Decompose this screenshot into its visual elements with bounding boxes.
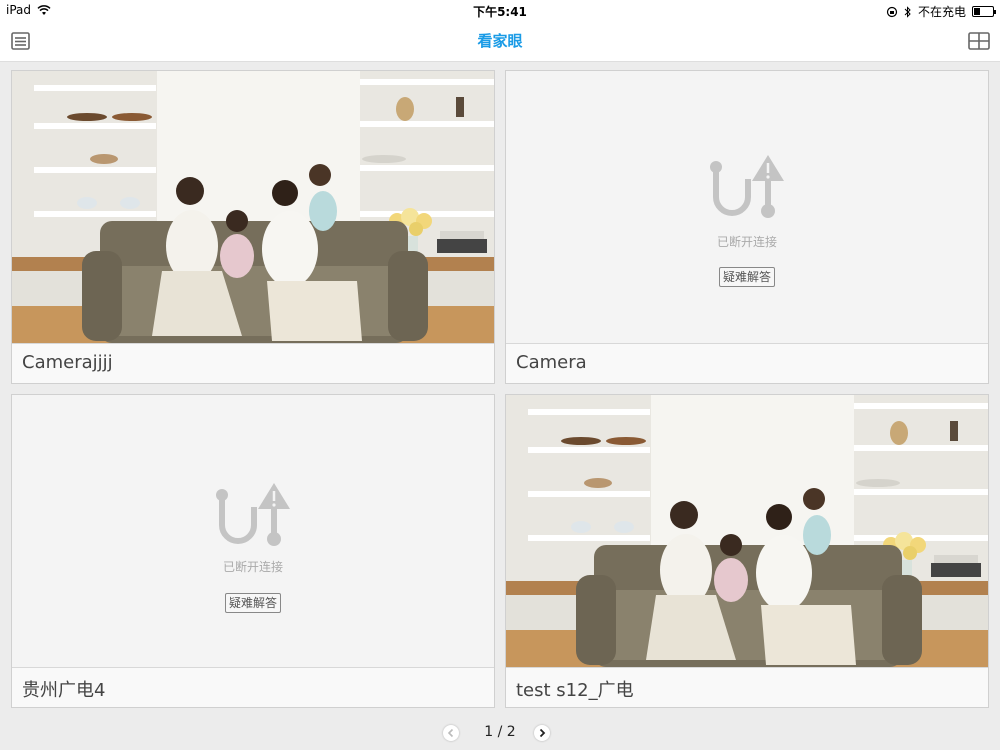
camera-preview[interactable] (506, 395, 988, 667)
camera-preview[interactable] (12, 71, 494, 343)
camera-footer: Camera (506, 343, 988, 383)
camera-name: Camerajjjj (22, 352, 113, 373)
camera-snapshot (506, 395, 988, 667)
pagination: 1 / 2 (0, 722, 1000, 744)
camera-name: test s12_广电 (516, 680, 634, 701)
nav-bar: 看家眼 (0, 20, 1000, 62)
charging-status: 不在充电 (917, 5, 966, 19)
disconnected-warning-icon (710, 155, 784, 218)
camera-name: Camera (516, 352, 587, 373)
camera-footer: test s12_广电 (506, 667, 988, 707)
status-bar: iPad 下午5:41 不在充电 (0, 0, 1000, 20)
prev-page-button[interactable] (443, 725, 459, 741)
status-right: 不在充电 (886, 3, 996, 20)
disconnected-warning-icon (216, 483, 290, 546)
battery-icon (972, 6, 996, 17)
camera-card[interactable]: Camerajjjj (11, 70, 495, 384)
camera-card[interactable]: 已断开连接 疑难解答 贵州广电4 (11, 394, 495, 708)
bluetooth-icon (904, 5, 911, 18)
next-page-button[interactable] (534, 725, 550, 741)
camera-card[interactable]: 已断开连接 疑难解答 Camera (505, 70, 989, 384)
camera-card[interactable]: test s12_广电 (505, 394, 989, 708)
orientation-lock-icon (886, 6, 898, 17)
chevron-right-icon (539, 728, 546, 738)
camera-preview[interactable]: 已断开连接 疑难解答 (506, 71, 988, 343)
camera-snapshot (12, 71, 494, 343)
troubleshoot-button[interactable]: 疑难解答 (719, 267, 775, 287)
grid-layout-icon[interactable] (968, 31, 990, 51)
offline-status-text: 已断开连接 (716, 235, 777, 249)
camera-name: 贵州广电4 (22, 680, 106, 701)
camera-footer: Camerajjjj (12, 343, 494, 383)
camera-footer: 贵州广电4 (12, 667, 494, 707)
status-time: 下午5:41 (473, 5, 527, 19)
troubleshoot-button[interactable]: 疑难解答 (225, 593, 281, 613)
page-title: 看家眼 (477, 32, 523, 50)
page-indicator: 1 / 2 (484, 724, 516, 740)
offline-status-text: 已断开连接 (222, 560, 283, 574)
chevron-left-icon (447, 728, 454, 738)
camera-preview[interactable]: 已断开连接 疑难解答 (12, 395, 494, 667)
